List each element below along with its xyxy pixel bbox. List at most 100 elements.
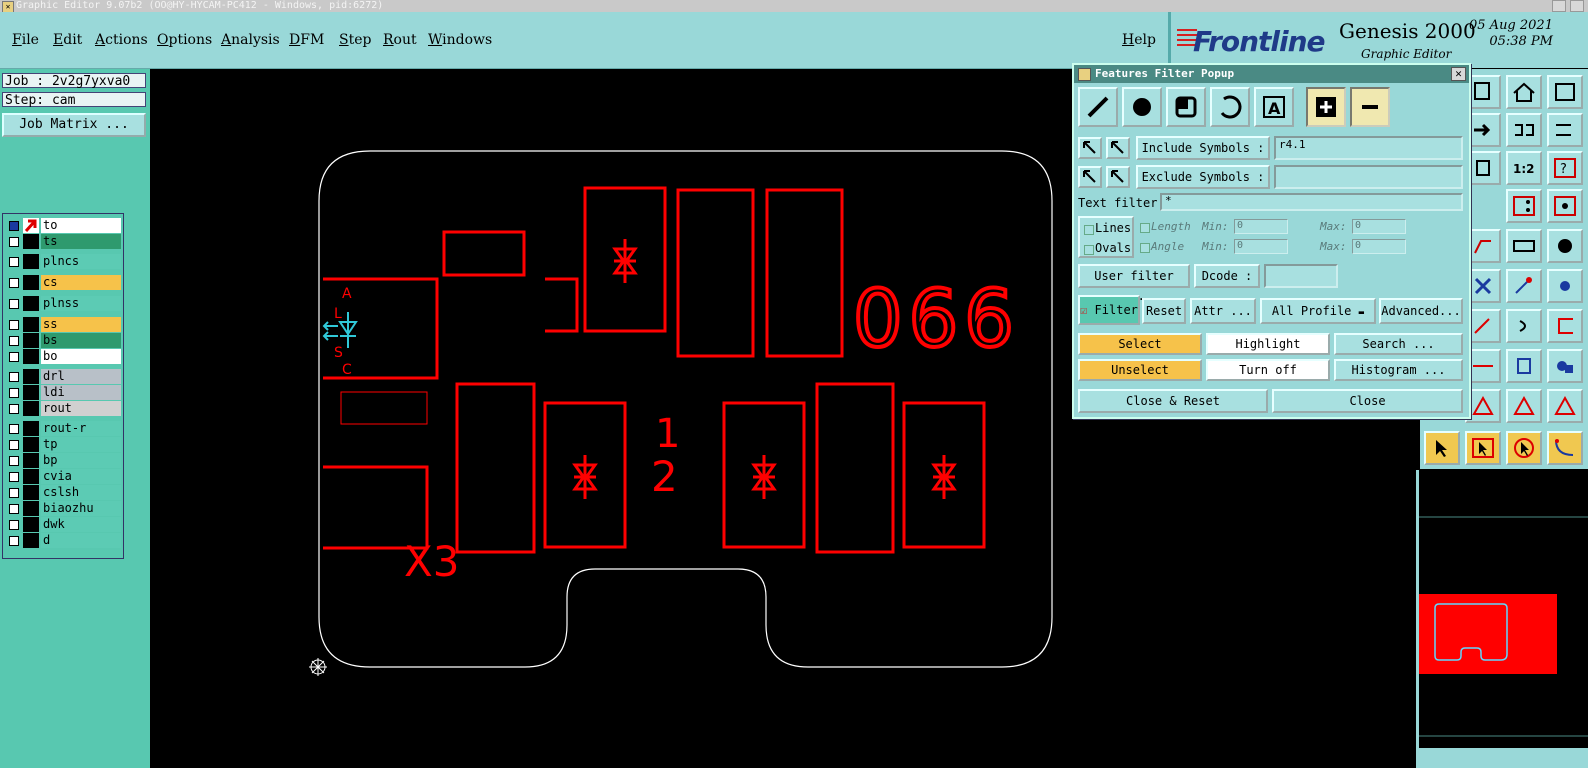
- layer-display-checkbox[interactable]: [9, 299, 19, 309]
- length-checkbox[interactable]: [1140, 223, 1150, 233]
- layer-name[interactable]: ldi: [41, 385, 121, 400]
- exclude-select-icon[interactable]: [1106, 166, 1130, 188]
- search-button[interactable]: Search ...: [1334, 333, 1463, 355]
- filter-type-arc-button[interactable]: [1210, 87, 1250, 127]
- tool-select-circle-icon[interactable]: [1506, 431, 1542, 465]
- layer-affected-swatch[interactable]: [23, 317, 39, 332]
- layer-row[interactable]: d: [5, 533, 121, 548]
- layer-display-checkbox[interactable]: [9, 257, 19, 267]
- filter-type-surface-button[interactable]: [1166, 87, 1206, 127]
- layer-affected-swatch[interactable]: [23, 533, 39, 548]
- layer-affected-swatch[interactable]: [23, 296, 39, 311]
- angle-checkbox[interactable]: [1140, 243, 1150, 253]
- layer-affected-swatch[interactable]: [23, 453, 39, 468]
- job-matrix-button[interactable]: Job Matrix ...: [2, 113, 146, 137]
- layer-row[interactable]: ldi: [5, 385, 121, 400]
- tool-dim-icon[interactable]: [1506, 349, 1542, 383]
- layer-affected-swatch[interactable]: [23, 234, 39, 249]
- filter-type-pad-button[interactable]: [1122, 87, 1162, 127]
- layer-affected-swatch[interactable]: [23, 275, 39, 290]
- layer-display-checkbox[interactable]: [9, 440, 19, 450]
- tool-window-icon[interactable]: [1547, 75, 1583, 109]
- tool-swap-icon[interactable]: [1506, 113, 1542, 147]
- layer-display-checkbox[interactable]: [9, 404, 19, 414]
- layer-row[interactable]: cslsh: [5, 485, 121, 500]
- filter-type-line-button[interactable]: [1078, 87, 1118, 127]
- exclude-arrow-icon[interactable]: [1078, 166, 1102, 188]
- angle-min-input[interactable]: 0: [1234, 239, 1288, 254]
- text-filter-input[interactable]: *: [1160, 193, 1463, 211]
- layer-display-checkbox[interactable]: [9, 456, 19, 466]
- tool-ruler-icon[interactable]: [1506, 229, 1542, 263]
- layer-name[interactable]: plnss: [41, 296, 121, 311]
- layer-affected-swatch[interactable]: [23, 369, 39, 384]
- turn-off-button[interactable]: Turn off: [1206, 359, 1330, 381]
- layer-name[interactable]: drl: [41, 369, 121, 384]
- layer-display-checkbox[interactable]: [9, 536, 19, 546]
- layer-name[interactable]: d: [41, 533, 121, 548]
- layer-display-checkbox[interactable]: [9, 472, 19, 482]
- layer-display-checkbox[interactable]: [9, 424, 19, 434]
- tool-arc-icon[interactable]: [1506, 309, 1542, 343]
- polarity-positive-button[interactable]: [1306, 87, 1346, 127]
- unselect-button[interactable]: Unselect: [1078, 359, 1202, 381]
- menu-edit[interactable]: Edit: [53, 32, 82, 48]
- layer-name[interactable]: ss: [41, 317, 121, 332]
- layer-display-checkbox[interactable]: [9, 221, 19, 231]
- layer-display-checkbox[interactable]: [9, 336, 19, 346]
- tool-pad-icon[interactable]: [1547, 229, 1583, 263]
- dcode-button[interactable]: Dcode :: [1194, 264, 1260, 288]
- tool-triangle-2-icon[interactable]: [1506, 389, 1542, 423]
- menu-options[interactable]: Options: [157, 32, 212, 48]
- tool-bracket-icon[interactable]: [1547, 309, 1583, 343]
- tool-flip-icon[interactable]: [1547, 113, 1583, 147]
- layer-row[interactable]: tp: [5, 437, 121, 452]
- profile-select[interactable]: All Profile ▬: [1260, 298, 1376, 324]
- layer-row[interactable]: ts: [5, 234, 121, 249]
- layer-display-checkbox[interactable]: [9, 520, 19, 530]
- layer-name[interactable]: tp: [41, 437, 121, 452]
- layer-display-checkbox[interactable]: [9, 237, 19, 247]
- lines-checkbox[interactable]: [1084, 225, 1094, 235]
- dcode-input[interactable]: [1264, 264, 1338, 288]
- tool-help-icon[interactable]: ?: [1547, 151, 1583, 185]
- layer-row[interactable]: plncs: [5, 254, 121, 269]
- layer-display-checkbox[interactable]: [9, 372, 19, 382]
- layer-affected-swatch[interactable]: [23, 254, 39, 269]
- menu-file[interactable]: File: [12, 32, 39, 48]
- tool-select-box-icon[interactable]: [1465, 431, 1501, 465]
- layer-name[interactable]: bs: [41, 333, 121, 348]
- overview-minimap[interactable]: [1416, 470, 1588, 768]
- layer-affected-swatch[interactable]: [23, 485, 39, 500]
- menu-rout[interactable]: Rout: [383, 32, 417, 48]
- layer-affected-swatch[interactable]: [23, 401, 39, 416]
- layer-affected-swatch[interactable]: [23, 385, 39, 400]
- menu-actions[interactable]: Actions: [95, 32, 148, 48]
- layer-row[interactable]: plnss: [5, 296, 121, 311]
- layer-affected-swatch[interactable]: [23, 333, 39, 348]
- menu-help[interactable]: Help: [1122, 32, 1156, 48]
- include-arrow-icon[interactable]: [1078, 137, 1102, 159]
- ovals-checkbox[interactable]: [1084, 245, 1094, 255]
- layer-display-checkbox[interactable]: [9, 278, 19, 288]
- tool-select-net-icon[interactable]: [1547, 431, 1583, 465]
- layer-display-checkbox[interactable]: [9, 320, 19, 330]
- layer-display-checkbox[interactable]: [9, 504, 19, 514]
- advanced-button[interactable]: Advanced...: [1379, 298, 1463, 324]
- layer-row[interactable]: ss: [5, 317, 121, 332]
- histogram-button[interactable]: Histogram ...: [1334, 359, 1463, 381]
- layer-affected-swatch[interactable]: [23, 349, 39, 364]
- menu-windows[interactable]: Windows: [428, 32, 492, 48]
- tool-group-icon[interactable]: [1547, 349, 1583, 383]
- layer-name[interactable]: ts: [41, 234, 121, 249]
- layer-row[interactable]: cvia: [5, 469, 121, 484]
- tool-scale-icon[interactable]: 1:2: [1506, 151, 1542, 185]
- user-filter-button[interactable]: User filter ...: [1078, 264, 1190, 303]
- layer-name[interactable]: dwk: [41, 517, 121, 532]
- filter-type-text-button[interactable]: A: [1254, 87, 1294, 127]
- tool-net-red-icon[interactable]: [1506, 189, 1542, 223]
- layer-row[interactable]: dwk: [5, 517, 121, 532]
- polarity-negative-button[interactable]: [1350, 87, 1390, 127]
- menu-dfm[interactable]: DFM: [289, 32, 324, 48]
- layer-affected-swatch[interactable]: [23, 437, 39, 452]
